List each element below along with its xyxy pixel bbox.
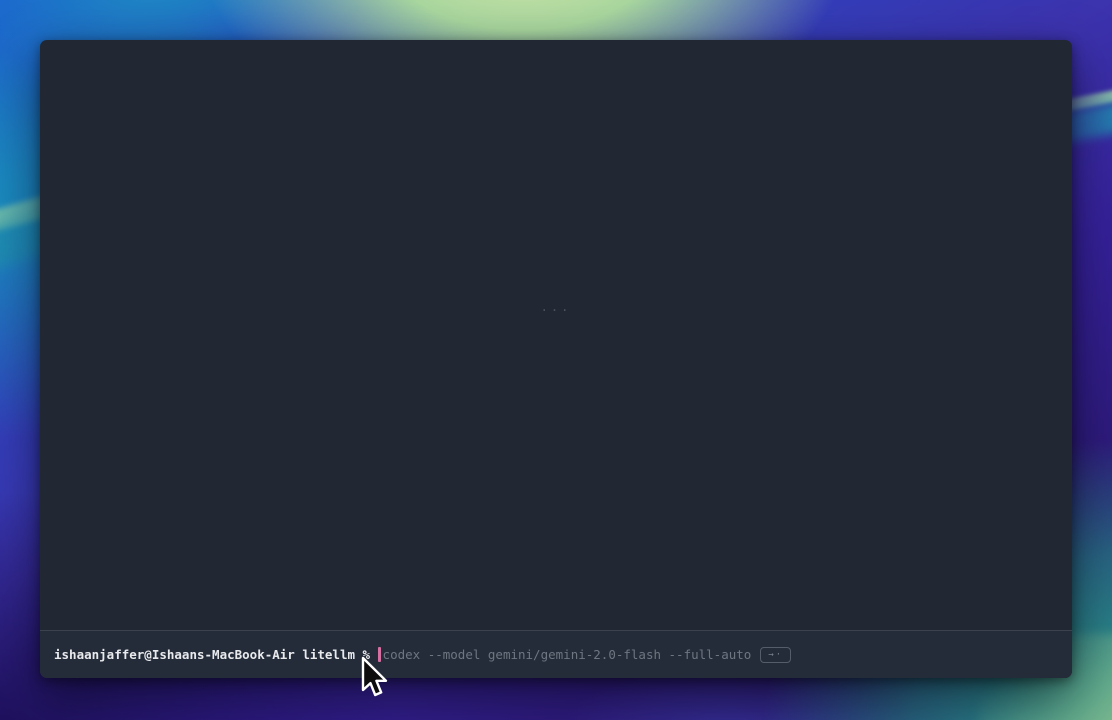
loading-ellipsis: ... bbox=[541, 300, 572, 314]
autosuggestion-text: codex --model gemini/gemini-2.0-flash --… bbox=[383, 647, 752, 662]
mouse-pointer-icon bbox=[360, 656, 390, 700]
prompt-directory: litellm bbox=[302, 647, 355, 662]
desktop-wallpaper: ... ishaanjaffer@Ishaans-MacBook-Air lit… bbox=[0, 0, 1112, 720]
terminal-prompt-row[interactable]: ishaanjaffer@Ishaans-MacBook-Air litellm… bbox=[40, 630, 1072, 678]
prompt-user-host: ishaanjaffer@Ishaans-MacBook-Air bbox=[54, 647, 295, 662]
terminal-window[interactable]: ... ishaanjaffer@Ishaans-MacBook-Air lit… bbox=[40, 40, 1072, 678]
terminal-output-area[interactable]: ... bbox=[40, 40, 1072, 630]
tab-hint-badge: →· bbox=[760, 647, 791, 663]
